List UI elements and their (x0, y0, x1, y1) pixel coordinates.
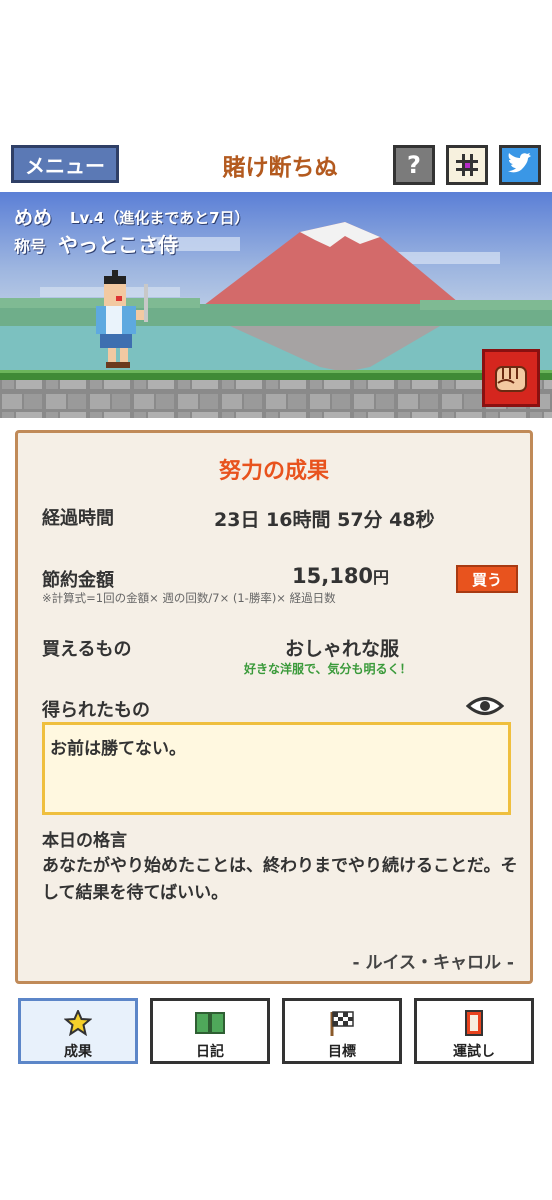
eye-icon (465, 697, 505, 715)
card-icon (465, 1010, 483, 1036)
book-icon (195, 1012, 225, 1034)
rank-title-value: やっとこさ侍 (58, 233, 178, 257)
star-icon (64, 1010, 92, 1036)
fist-icon (495, 366, 527, 392)
twitter-bird-icon (508, 153, 531, 173)
help-button[interactable]: ? (393, 145, 435, 185)
tab-luck[interactable]: 運試し (414, 998, 534, 1064)
daily-quote-text: あなたがやり始めたことは、終わりまでやり続けることだ。そして結果を待てばいい。 (42, 856, 518, 903)
fist-button[interactable] (482, 349, 540, 407)
elapsed-time-label: 経過時間 (42, 508, 114, 529)
help-icon: ? (407, 151, 421, 179)
gained-label: 得られたもの (42, 700, 150, 721)
saved-money-label: 節約金額 (42, 570, 114, 591)
buyable-subtext: 好きな洋服で、気分も明るく！ (244, 662, 412, 676)
tab-results-label: 成果 (64, 1044, 92, 1060)
character-name: めめ (14, 207, 53, 229)
buy-button[interactable]: 買う (456, 565, 518, 593)
tab-luck-label: 運試し (453, 1044, 495, 1060)
saved-unit: 円 (373, 568, 390, 587)
tab-diary[interactable]: 日記 (150, 998, 270, 1064)
tab-goal-label: 目標 (328, 1044, 356, 1060)
daily-quote-label: 本日の格言 (42, 831, 127, 851)
panel-title: 努力の成果 (218, 459, 329, 484)
quote-author: - ルイス・キャロル - (352, 953, 514, 973)
grid-icon (456, 154, 478, 176)
elapsed-time-value: 23日 16時間 57分 48秒 (214, 509, 435, 531)
menu-button[interactable]: メニュー (11, 145, 119, 183)
gained-text: お前は勝てない。 (50, 739, 186, 759)
tab-results[interactable]: 成果 (18, 998, 138, 1064)
buyable-value: おしゃれな服 (285, 638, 400, 660)
eye-toggle-button[interactable] (465, 695, 505, 717)
saved-amount: 15,180 (292, 564, 374, 588)
character-level: Lv.4（進化まであと7日） (70, 209, 250, 227)
formula-note: ※計算式=1回の金額× 週の回数/7× (1-勝率)× 経過日数 (42, 591, 336, 605)
tab-diary-label: 日記 (196, 1044, 224, 1060)
twitter-button[interactable] (499, 145, 541, 185)
buyable-label: 買えるもの (42, 639, 132, 660)
grid-button[interactable] (446, 145, 488, 185)
rank-title-label: 称号 (14, 237, 47, 256)
saved-money-value: 15,180円 (292, 564, 389, 588)
checkered-flag-icon (330, 1011, 354, 1036)
app-title: 賭け断ちぬ (222, 155, 338, 181)
tab-goal[interactable]: 目標 (282, 998, 402, 1064)
